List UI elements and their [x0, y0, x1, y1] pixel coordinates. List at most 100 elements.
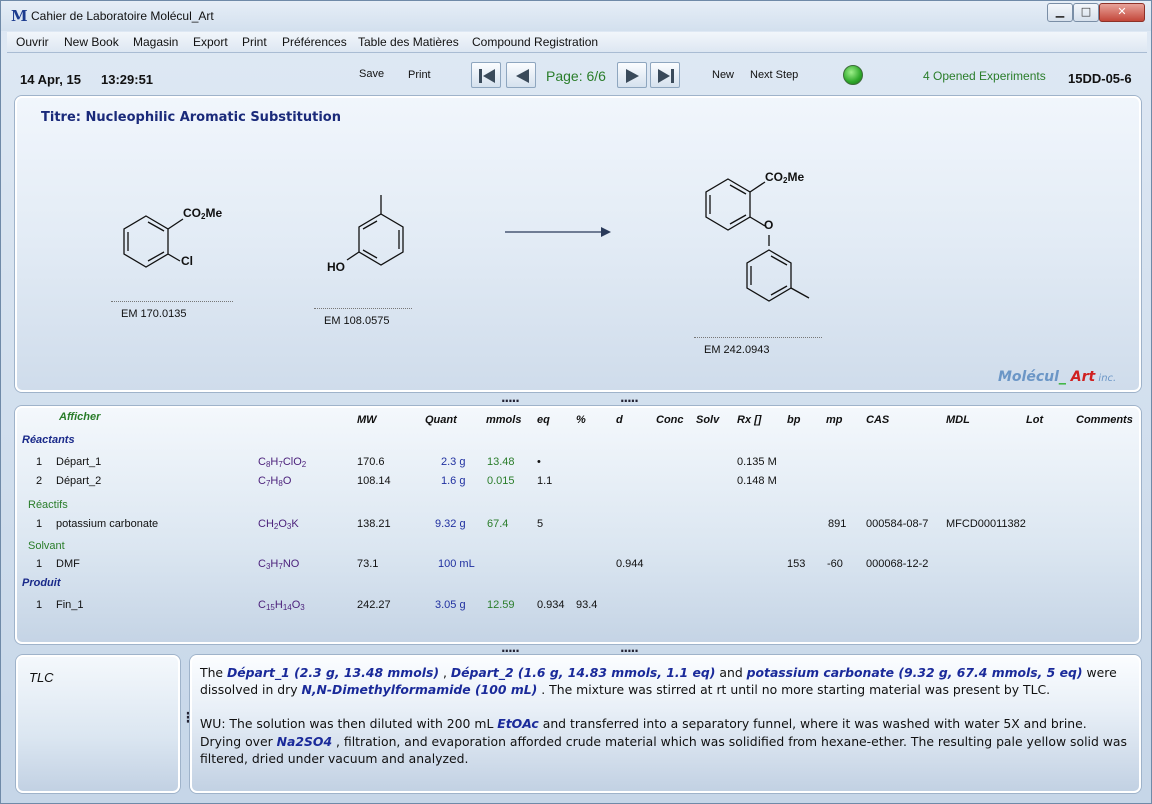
- reactant2-hydroxy-label: HO: [327, 260, 345, 274]
- formula-part: O: [282, 475, 292, 487]
- product-co2me-co: CO: [765, 170, 783, 184]
- minimize-icon: ▁: [1055, 5, 1065, 18]
- eq-value[interactable]: •: [537, 456, 541, 468]
- reagent-link-k2co3[interactable]: potassium carbonate (9.32 g, 67.4 mmols,…: [747, 665, 1083, 680]
- save-button[interactable]: Save: [359, 68, 384, 80]
- minimize-button[interactable]: ▁: [1047, 3, 1073, 22]
- next-step-button[interactable]: Next Step: [750, 69, 798, 81]
- vertical-splitter-grip-icon[interactable]: ⋮: [181, 711, 195, 725]
- compound-name[interactable]: potassium carbonate: [56, 518, 158, 530]
- formula-sub: 15: [265, 603, 275, 612]
- column-header-rx[interactable]: Rx []: [737, 414, 761, 426]
- app-logo-letter: M: [11, 7, 28, 25]
- mw-value: 108.14: [357, 475, 391, 487]
- quantity-value[interactable]: 100 mL: [438, 558, 475, 570]
- reactant1-separator: [111, 301, 233, 302]
- splitter-handle-left[interactable]: .....: [501, 391, 520, 405]
- first-page-button[interactable]: [471, 62, 501, 88]
- print-button[interactable]: Print: [408, 69, 431, 81]
- procedure-text[interactable]: The Départ_1 (2.3 g, 13.48 mmols) , Dépa…: [200, 664, 1130, 784]
- quantity-value[interactable]: 1.6 g: [441, 475, 465, 487]
- close-button[interactable]: ✕: [1099, 3, 1145, 22]
- formula-part: K: [291, 518, 299, 530]
- tlc-label: TLC: [29, 670, 54, 685]
- eq-value[interactable]: 5: [537, 518, 543, 530]
- column-header-conc[interactable]: Conc: [656, 414, 684, 426]
- section-product: Produit: [22, 577, 61, 589]
- co2me-co: CO: [183, 206, 201, 220]
- column-header-solv[interactable]: Solv: [696, 414, 719, 426]
- last-page-button[interactable]: [650, 62, 680, 88]
- molecular-formula: C7H8O: [258, 475, 291, 488]
- text-run: , filtration, and evaporation afforded c…: [200, 733, 1127, 766]
- column-header-cas[interactable]: CAS: [866, 414, 889, 426]
- brand-part2: _: [1058, 369, 1066, 385]
- experiment-code: 15DD-05-6: [1068, 71, 1132, 86]
- splitter-handle-right[interactable]: .....: [620, 391, 639, 405]
- product-ether-oxygen-label: O: [764, 218, 774, 232]
- previous-page-button[interactable]: [506, 62, 536, 88]
- compound-name[interactable]: Fin_1: [56, 599, 84, 611]
- mw-value: 242.27: [357, 599, 391, 611]
- quantity-value[interactable]: 2.3 g: [441, 456, 465, 468]
- column-header-mmols[interactable]: mmols: [486, 414, 521, 426]
- formula-part: C: [258, 558, 266, 570]
- splitter-handle-lower-left[interactable]: .....: [501, 641, 520, 655]
- rx-value: 0.148 M: [737, 475, 777, 487]
- reagent-link-na2so4[interactable]: Na2SO4: [277, 734, 332, 749]
- column-header-mp[interactable]: mp: [826, 414, 843, 426]
- next-page-button[interactable]: [617, 62, 647, 88]
- reagent-link-depart1[interactable]: Départ_1 (2.3 g, 13.48 mmols): [227, 665, 439, 680]
- column-header-mdl[interactable]: MDL: [946, 414, 970, 426]
- first-page-icon: [479, 69, 495, 83]
- column-header-eq[interactable]: eq: [537, 414, 550, 426]
- compound-name[interactable]: Départ_1: [56, 456, 101, 468]
- mp-value: -60: [827, 558, 843, 570]
- compound-name[interactable]: DMF: [56, 558, 80, 570]
- menu-table-des-matieres[interactable]: Table des Matières: [358, 35, 459, 49]
- splitter-handle-lower-right[interactable]: .....: [620, 641, 639, 655]
- menu-magasin[interactable]: Magasin: [133, 35, 178, 49]
- quantity-value[interactable]: 3.05 g: [435, 599, 466, 611]
- menu-new-book[interactable]: New Book: [64, 35, 119, 49]
- column-header-mw[interactable]: MW: [357, 414, 377, 426]
- row-number: 1: [36, 456, 43, 468]
- column-header-d[interactable]: d: [616, 414, 623, 426]
- tlc-panel[interactable]: TLC: [16, 655, 180, 793]
- close-icon: ✕: [1117, 5, 1127, 18]
- menu-export[interactable]: Export: [193, 35, 228, 49]
- reagent-link-dmf[interactable]: N,N-Dimethylformamide (100 mL): [301, 682, 537, 697]
- procedure-paragraph-2: WU: The solution was then diluted with 2…: [200, 715, 1130, 767]
- procedure-panel[interactable]: The Départ_1 (2.3 g, 13.48 mmols) , Dépa…: [190, 655, 1141, 793]
- opened-experiments-count[interactable]: 4 Opened Experiments: [923, 69, 1046, 83]
- product-exact-mass: EM 242.0943: [704, 344, 770, 356]
- new-button[interactable]: New: [712, 69, 734, 81]
- mdl-value: MFCD00011382: [946, 518, 1026, 530]
- compound-name[interactable]: Départ_2: [56, 475, 101, 487]
- reagent-link-etoac[interactable]: EtOAc: [497, 716, 538, 731]
- text-run: WU: The solution was then diluted with 2…: [200, 716, 498, 732]
- app-logo: M: [11, 7, 28, 25]
- app-window: M Cahier de Laboratoire Molécul_Art ▁ □ …: [0, 0, 1152, 804]
- maximize-button[interactable]: □: [1073, 3, 1099, 22]
- formula-part: C: [258, 599, 266, 611]
- quantity-value[interactable]: 9.32 g: [435, 518, 466, 530]
- afficher-toggle[interactable]: Afficher: [59, 411, 100, 423]
- menu-preferences[interactable]: Préférences: [282, 35, 347, 49]
- eq-value[interactable]: 1.1: [537, 475, 552, 487]
- column-header-bp[interactable]: bp: [787, 414, 800, 426]
- row-number: 1: [36, 558, 43, 570]
- menu-ouvrir[interactable]: Ouvrir: [16, 35, 49, 49]
- column-header-comments[interactable]: Comments: [1076, 414, 1133, 426]
- title-bar: M Cahier de Laboratoire Molécul_Art ▁ □ …: [1, 1, 1151, 31]
- menu-print[interactable]: Print: [242, 35, 267, 49]
- reaction-scheme-panel[interactable]: Titre: Nucleophilic Aromatic Substitutio…: [15, 96, 1141, 392]
- column-header-lot[interactable]: Lot: [1026, 414, 1043, 426]
- column-header-quant[interactable]: Quant: [425, 414, 457, 426]
- menu-compound-registration[interactable]: Compound Registration: [472, 35, 598, 49]
- formula-part: O: [278, 518, 287, 530]
- column-header-percent[interactable]: %: [576, 414, 586, 426]
- reagent-link-depart2[interactable]: Départ_2 (1.6 g, 14.83 mmols, 1.1 eq): [451, 665, 716, 680]
- mw-value: 138.21: [357, 518, 391, 530]
- formula-part: H: [274, 599, 283, 611]
